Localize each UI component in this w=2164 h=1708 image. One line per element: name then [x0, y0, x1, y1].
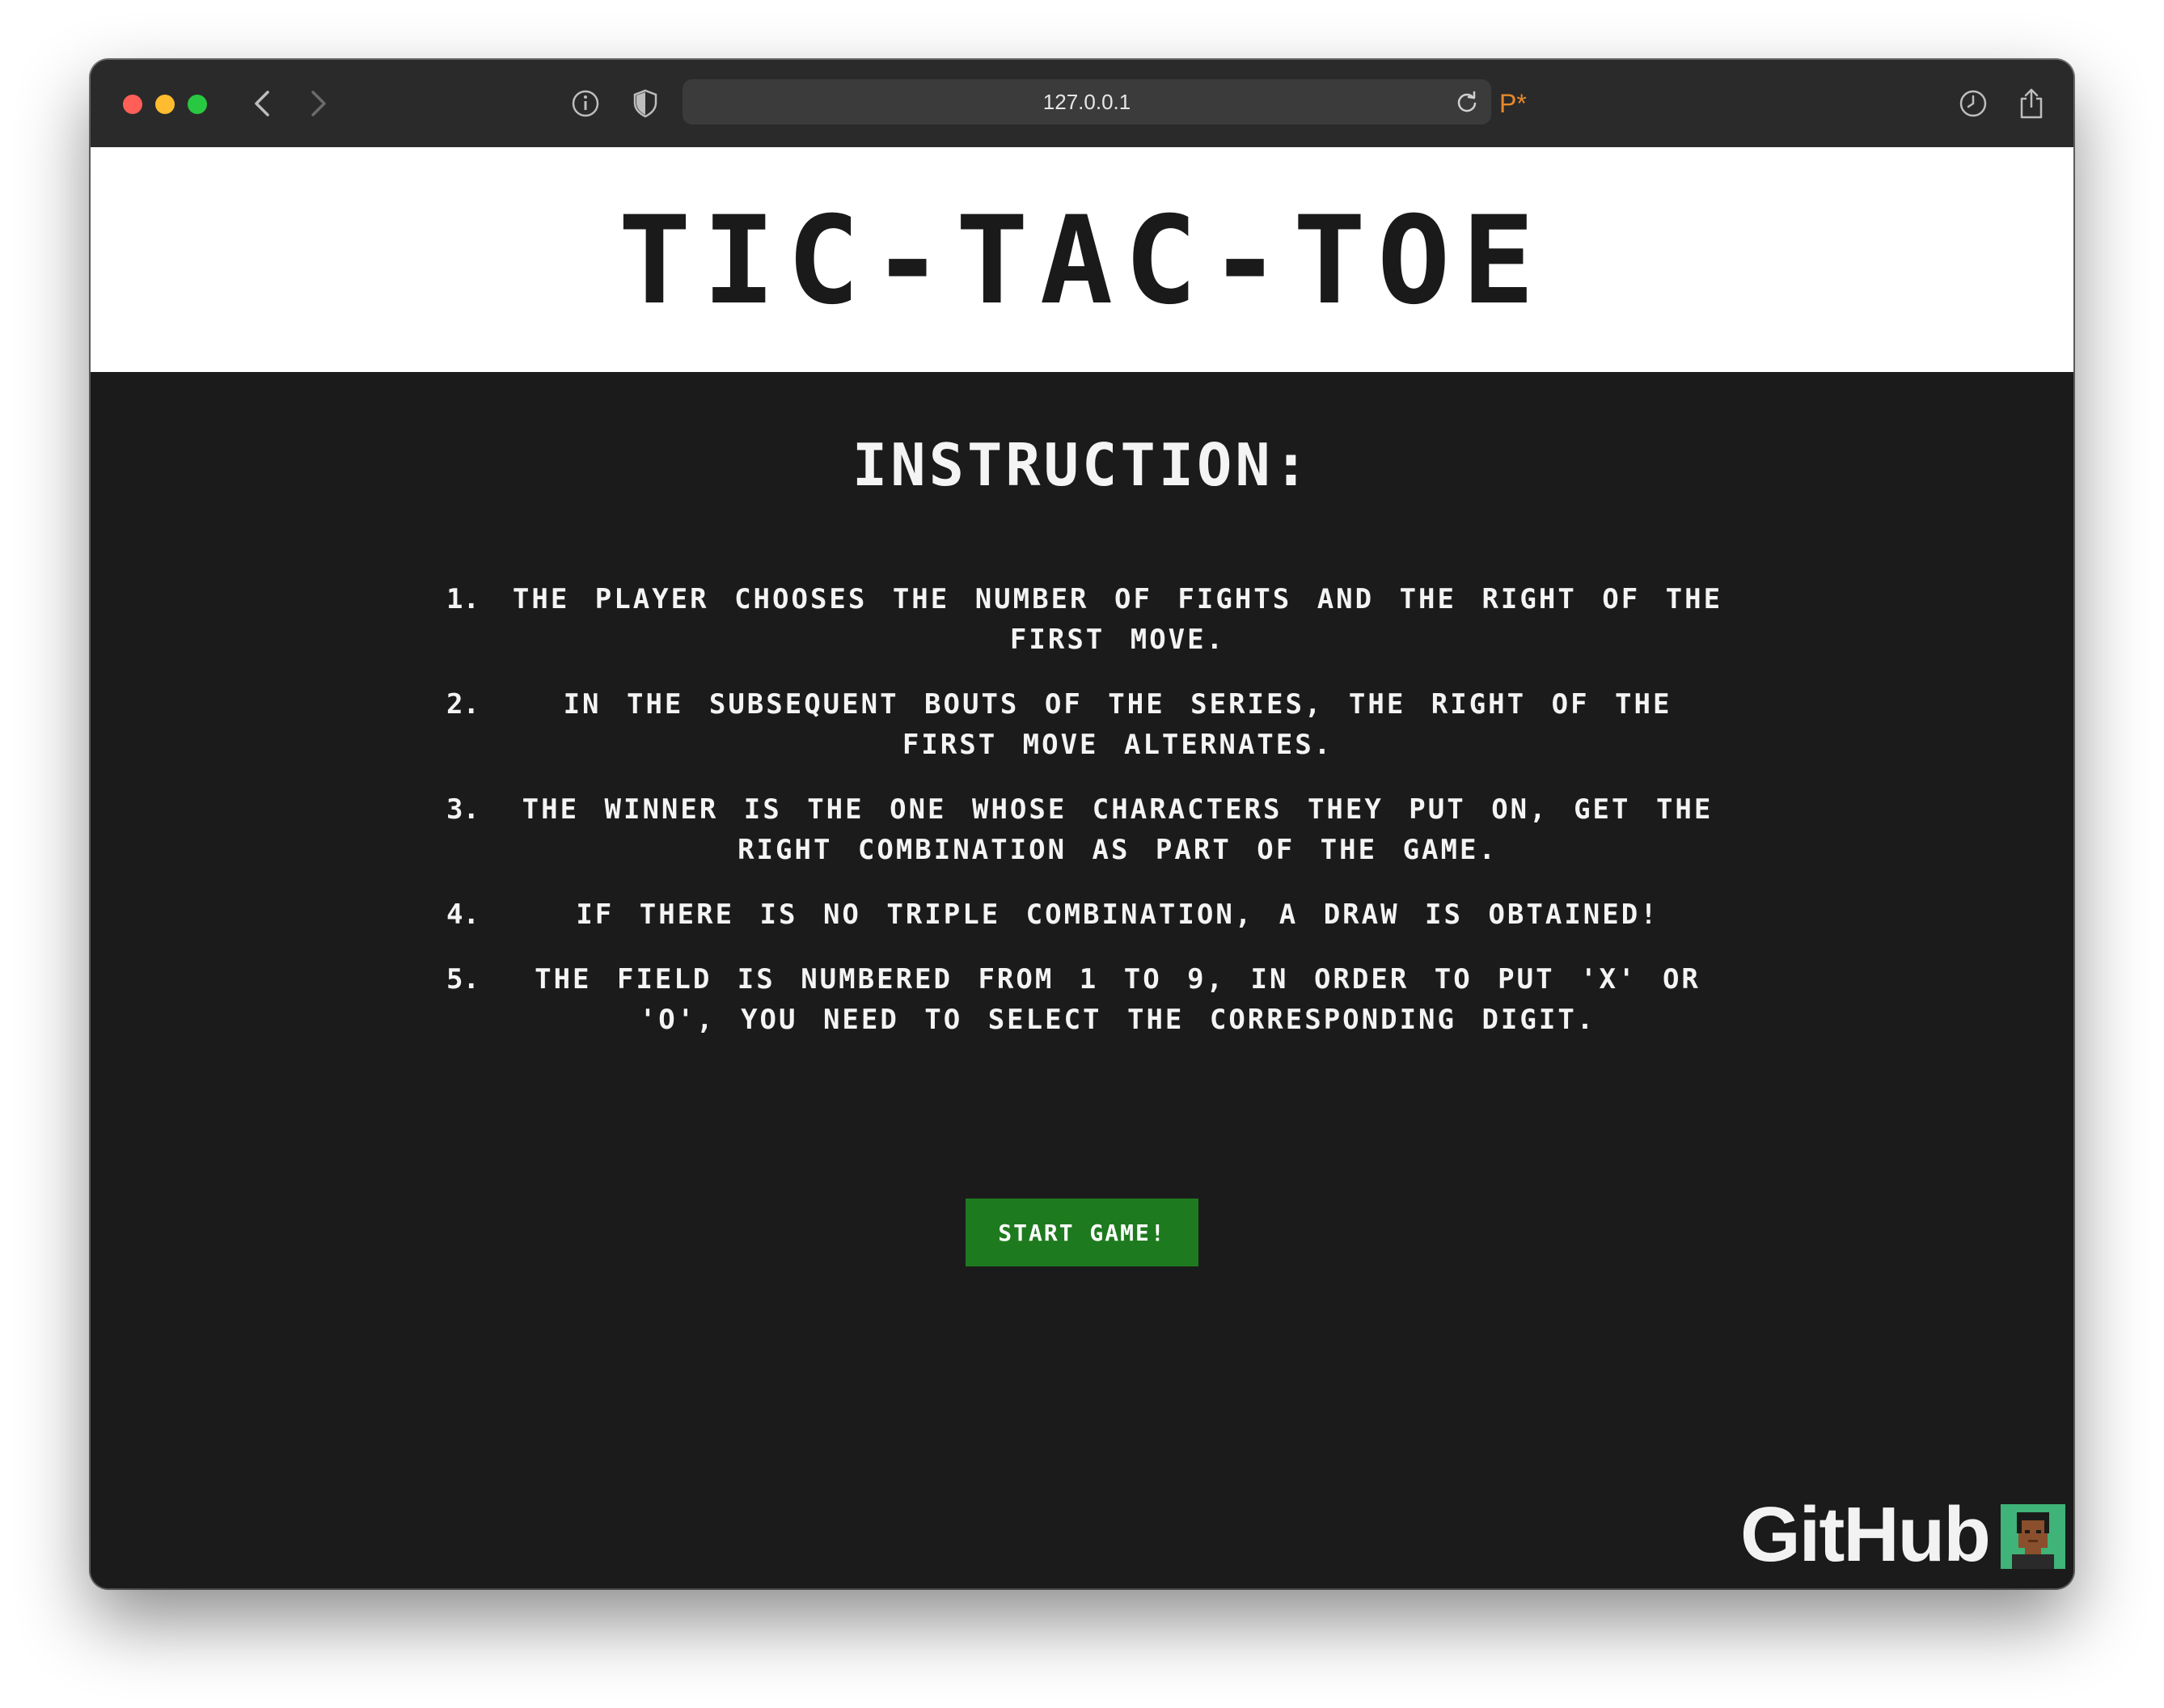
list-item: 3. THE WINNER IS THE ONE WHOSE CHARACTER…: [446, 789, 1724, 870]
github-link[interactable]: GitHub: [1740, 1493, 1991, 1577]
instruction-list: 1. THE PLAYER CHOOSES THE NUMBER OF FIGH…: [446, 579, 1724, 1064]
page-title: TIC-TAC-TOE: [618, 191, 1546, 332]
page-content: TIC-TAC-TOE INSTRUCTION: 1. THE PLAYER C…: [91, 147, 2073, 1588]
share-icon[interactable]: [2014, 86, 2049, 121]
list-item-number: 3.: [446, 793, 480, 826]
list-item-text: THE FIELD IS NUMBERED FROM 1 TO 9, IN OR…: [535, 963, 1701, 1036]
forward-icon[interactable]: [301, 84, 336, 123]
list-item-number: 2.: [446, 688, 480, 721]
avatar-icon: [2012, 1512, 2054, 1569]
list-item: 5. THE FIELD IS NUMBERED FROM 1 TO 9, IN…: [446, 959, 1724, 1040]
browser-window: 127.0.0.1 P* TIC-TAC-TOE INSTRUCTION: 1.…: [91, 60, 2073, 1588]
list-item-number: 1.: [446, 583, 480, 615]
list-item-text: IN THE SUBSEQUENT BOUTS OF THE SERIES, T…: [563, 688, 1672, 761]
page-header: TIC-TAC-TOE: [91, 147, 2073, 372]
start-game-button[interactable]: START GAME!: [966, 1199, 1198, 1266]
list-item: 2. IN THE SUBSEQUENT BOUTS OF THE SERIES…: [446, 684, 1724, 765]
reload-icon[interactable]: [1452, 87, 1481, 116]
browser-toolbar: 127.0.0.1 P*: [91, 60, 2073, 147]
avatar[interactable]: [2001, 1504, 2065, 1569]
instruction-heading: INSTRUCTION:: [852, 431, 1312, 499]
list-item: 4. IF THERE IS NO TRIPLE COMBINATION, A …: [446, 894, 1724, 935]
list-item-text: IF THERE IS NO TRIPLE COMBINATION, A DRA…: [576, 898, 1659, 931]
info-icon[interactable]: [568, 86, 603, 121]
list-item-text: THE WINNER IS THE ONE WHOSE CHARACTERS T…: [522, 793, 1714, 866]
close-window-button[interactable]: [123, 95, 142, 114]
address-bar[interactable]: 127.0.0.1: [683, 79, 1491, 125]
list-item-text: THE PLAYER CHOOSES THE NUMBER OF FIGHTS …: [512, 583, 1723, 656]
back-icon[interactable]: [244, 84, 280, 123]
list-item: 1. THE PLAYER CHOOSES THE NUMBER OF FIGH…: [446, 579, 1724, 660]
history-icon[interactable]: [1955, 86, 1991, 121]
list-item-number: 4.: [446, 898, 480, 931]
extension-icon[interactable]: P*: [1499, 82, 1527, 125]
list-item-number: 5.: [446, 963, 480, 996]
maximize-window-button[interactable]: [188, 95, 207, 114]
minimize-window-button[interactable]: [155, 95, 175, 114]
shield-icon[interactable]: [628, 86, 663, 121]
url-text: 127.0.0.1: [1042, 90, 1131, 114]
